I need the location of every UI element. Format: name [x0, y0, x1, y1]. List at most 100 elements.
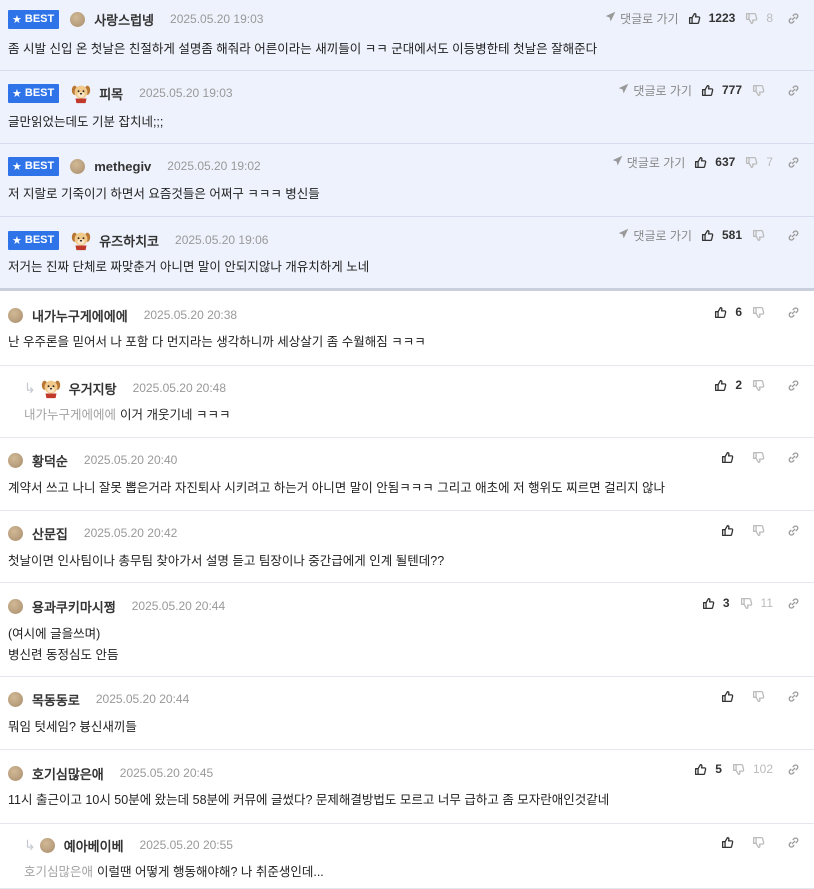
downvote-button[interactable]	[752, 451, 773, 464]
upvote-button[interactable]: 3	[702, 596, 730, 610]
author-nickname[interactable]: 산문집	[32, 524, 68, 543]
upvote-count: 637	[715, 155, 736, 169]
downvote-button[interactable]	[752, 836, 773, 849]
comment-actions: 3 11	[702, 591, 800, 615]
upvote-button[interactable]: 777	[701, 83, 742, 97]
goto-reply-button[interactable]: 댓글로 가기	[612, 154, 685, 171]
comment-line: 난 우주론을 믿어서 나 포함 다 먼지라는 생각하니까 세상살기 좀 수월해짐…	[8, 332, 426, 353]
comment-date: 2025.05.20 20:42	[83, 526, 178, 540]
link-icon[interactable]	[787, 690, 800, 703]
thumbs-up-icon	[721, 836, 738, 849]
comment-actions: 댓글로 가기 777	[618, 78, 800, 102]
best-badge-label: BEST	[24, 160, 55, 172]
avatar	[8, 765, 23, 781]
upvote-count: 5	[715, 762, 722, 776]
comment: 목동동로 2025.05.20 20:44 뭐임 텃세임? 븅신새끼들	[0, 677, 814, 750]
thumbs-down-icon	[752, 306, 769, 319]
downvote-button[interactable]	[752, 524, 773, 537]
upvote-button[interactable]: 1223	[688, 11, 735, 25]
author-nickname[interactable]: 호기심많은애	[32, 764, 104, 783]
upvote-button[interactable]: 2	[714, 378, 742, 392]
comment-line-text: 저거는 진짜 단체로 짜맞춘거 아니면 말이 안되지않나 개유치하게 노네	[8, 260, 370, 274]
upvote-count: 3	[722, 596, 730, 610]
comment-text: 저거는 진짜 단체로 짜맞춘거 아니면 말이 안되지않나 개유치하게 노네	[8, 257, 369, 278]
link-icon[interactable]	[787, 12, 800, 25]
goto-reply-button[interactable]: 댓글로 가기	[605, 10, 679, 27]
link-icon[interactable]	[787, 229, 800, 242]
downvote-button[interactable]: 8	[745, 11, 773, 25]
downvote-count: 7	[766, 155, 773, 169]
thumbs-down-icon	[740, 597, 757, 610]
goto-reply-label: 댓글로 가기	[620, 11, 679, 26]
goto-reply-button[interactable]: 댓글로 가기	[618, 82, 692, 99]
mention-nickname[interactable]: 내가누구게에에에	[24, 408, 116, 422]
link-icon[interactable]	[787, 379, 800, 392]
comment-line-text: 11시 출근이고 10시 50분에 왔는데 58분에 커뮤에 글썼다? 문제해결…	[8, 793, 610, 807]
best-comment: ★ BEST methegiv 2025.05.20 19:02 댓글로 가기 637 7 저…	[0, 144, 814, 217]
author-nickname[interactable]: 목동동로	[32, 690, 80, 709]
author-nickname[interactable]: 피목	[99, 84, 123, 103]
upvote-button[interactable]: 5	[694, 762, 722, 776]
author-nickname[interactable]: 용과쿠키마시쩡	[32, 597, 116, 616]
comment-date: 2025.05.20 20:45	[119, 766, 214, 780]
link-icon[interactable]	[787, 524, 800, 537]
thumbs-down-icon	[752, 84, 769, 97]
comment-line: 11시 출근이고 10시 50분에 왔는데 58분에 커뮤에 글썼다? 문제해결…	[8, 790, 609, 811]
send-icon	[612, 155, 627, 169]
link-icon[interactable]	[787, 306, 800, 319]
comment-header: ★ BEST 피목 2025.05.20 19:03	[8, 79, 233, 107]
comment-line-text: 병신련 동정심도 안듬	[8, 648, 119, 662]
comment-header: 호기심많은애 2025.05.20 20:45	[8, 759, 213, 787]
upvote-button[interactable]	[721, 524, 742, 537]
author-nickname[interactable]: 황덕순	[32, 451, 68, 470]
downvote-button[interactable]	[752, 229, 773, 242]
author-nickname[interactable]: methegiv	[94, 159, 151, 174]
comment-actions: 댓글로 가기 581	[618, 223, 800, 247]
link-icon[interactable]	[787, 763, 800, 776]
downvote-button[interactable]	[752, 690, 773, 703]
best-comment: ★ BEST 피목 2025.05.20 19:03 댓글로 가기 777 글만읽었는데도 …	[0, 71, 814, 144]
avatar	[8, 525, 23, 541]
comment-date: 2025.05.20 20:55	[139, 838, 233, 852]
downvote-button[interactable]	[752, 84, 773, 97]
comment-header: 산문집 2025.05.20 20:42	[8, 519, 177, 547]
link-icon[interactable]	[787, 597, 800, 610]
downvote-button[interactable]: 102	[732, 762, 773, 776]
goto-reply-button[interactable]: 댓글로 가기	[618, 227, 692, 244]
link-icon[interactable]	[787, 836, 800, 849]
mention-nickname[interactable]: 호기심많은애	[24, 865, 93, 879]
comment: 용과쿠키마시쩡 2025.05.20 20:44 3 11 (여시에 글을쓰며) 병신련 …	[0, 583, 814, 677]
thumbs-down-icon	[752, 451, 769, 464]
comment-text: (여시에 글을쓰며) 병신련 동정심도 안듬	[8, 624, 118, 666]
upvote-button[interactable]: 637	[694, 155, 735, 169]
downvote-button[interactable]	[752, 379, 773, 392]
author-nickname[interactable]: 예아베이베	[64, 836, 124, 855]
comment-header: ↳ 예아베이베 2025.05.20 20:55	[24, 831, 233, 859]
link-icon[interactable]	[787, 451, 800, 464]
upvote-button[interactable]	[721, 836, 742, 849]
downvote-button[interactable]: 7	[745, 155, 773, 169]
comment-line-text: 이거 개웃기네 ㅋㅋㅋ	[120, 408, 231, 422]
thumbs-down-icon	[752, 229, 769, 242]
thumbs-down-icon	[745, 156, 762, 169]
upvote-button[interactable]: 581	[701, 228, 742, 242]
upvote-button[interactable]	[721, 451, 742, 464]
link-icon[interactable]	[787, 156, 800, 169]
best-badge: ★ BEST	[8, 156, 60, 176]
upvote-button[interactable]	[721, 690, 742, 703]
link-icon[interactable]	[787, 84, 800, 97]
comment-actions	[721, 684, 800, 708]
downvote-button[interactable]: 11	[740, 596, 773, 610]
comment-header: ★ BEST methegiv 2025.05.20 19:02	[8, 152, 261, 180]
thumbs-up-icon	[702, 597, 719, 610]
upvote-button[interactable]: 6	[714, 305, 742, 319]
downvote-button[interactable]	[752, 306, 773, 319]
author-nickname[interactable]: 내가누구게에에에	[32, 306, 128, 325]
author-nickname[interactable]: 사랑스럽넹	[94, 10, 154, 29]
comment-text: 계약서 쓰고 나니 잘못 뽑은거라 자진퇴사 시키려고 하는거 아니면 말이 안…	[8, 478, 665, 499]
comment-line: 병신련 동정심도 안듬	[8, 645, 118, 666]
author-nickname[interactable]: 우거지탕	[69, 379, 117, 398]
author-nickname[interactable]: 유즈하치코	[99, 231, 159, 250]
avatar	[70, 11, 86, 27]
comment-header: 황덕순 2025.05.20 20:40	[8, 446, 177, 474]
